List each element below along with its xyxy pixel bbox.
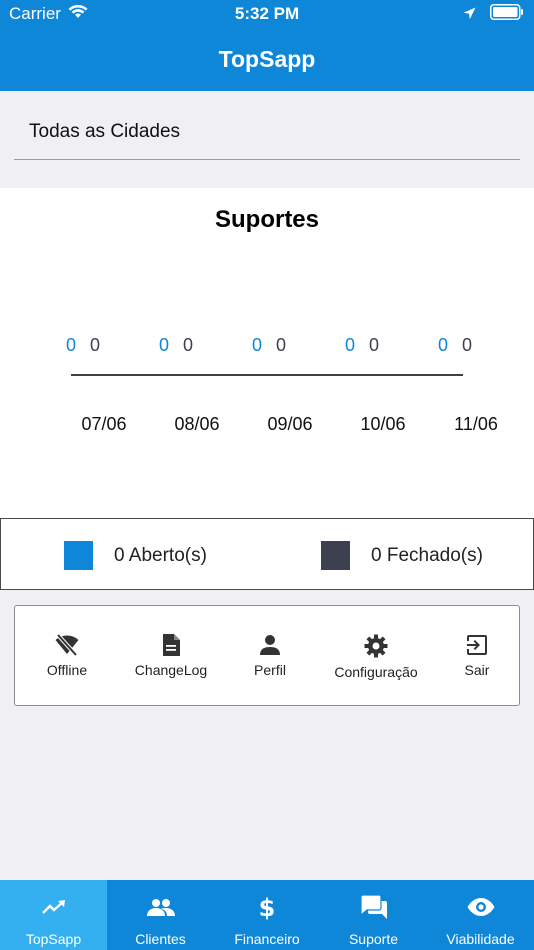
tab-bar: TopSapp Clientes $ Financeiro Suporte Vi… — [0, 880, 534, 950]
legend-label-aberto: 0 Aberto(s) — [114, 544, 207, 566]
chart-data-label: 0 — [252, 335, 262, 355]
tab-label-financeiro: Financeiro — [234, 931, 300, 947]
menu-label-perfil: Perfil — [254, 662, 286, 678]
x-tick-label: 10/06 — [360, 414, 405, 434]
document-icon — [161, 634, 181, 656]
chart-legend: 0 Aberto(s) 0 Fechado(s) — [0, 518, 534, 590]
menu-item-changelog[interactable]: ChangeLog — [116, 634, 226, 678]
x-tick-label: 11/06 — [454, 414, 498, 434]
legend-item-fechado: 0 Fechado(s) — [321, 541, 483, 570]
svg-text:$: $ — [259, 894, 275, 920]
quick-menu: Offline ChangeLog Perfil Configuração Sa… — [14, 605, 520, 706]
chart-canvas: 0 007/060 008/060 009/060 010/060 011/06 — [66, 335, 498, 434]
menu-label-changelog: ChangeLog — [134, 662, 208, 678]
x-tick-label: 08/06 — [174, 414, 219, 434]
nav-bar: TopSapp — [0, 30, 534, 91]
tab-topsapp[interactable]: TopSapp — [0, 880, 107, 950]
tab-clientes[interactable]: Clientes — [107, 880, 214, 950]
status-time: 5:32 PM — [234, 4, 300, 23]
person-icon — [259, 634, 281, 656]
tab-label-clientes: Clientes — [135, 931, 186, 947]
battery-icon — [490, 4, 524, 25]
menu-item-offline[interactable]: Offline — [12, 634, 122, 678]
chat-icon — [360, 894, 387, 920]
legend-item-aberto: 0 Aberto(s) — [64, 541, 207, 570]
support-chart: Suportes 0 0 07/06 0 0 08/06 0 0 09/06 0 0 10/06 0 0 1… — [0, 188, 534, 518]
tab-financeiro[interactable]: $ Financeiro — [214, 880, 320, 950]
x-tick-label: 07/06 — [81, 414, 126, 434]
menu-item-configuracao[interactable]: Configuração — [321, 634, 431, 680]
status-bar: Carrier 5:32 PM — [0, 0, 534, 30]
tab-suporte[interactable]: Suporte — [320, 880, 427, 950]
tab-label-viabilidade: Viabilidade — [446, 931, 515, 947]
tab-label-suporte: Suporte — [348, 931, 399, 947]
chart-data-label: 0 — [369, 335, 379, 355]
chart-data-label: 0 — [159, 335, 169, 355]
city-filter-select[interactable]: Todas as Cidades — [14, 104, 520, 160]
chart-data-label: 0 — [90, 335, 100, 355]
gear-icon — [364, 634, 388, 658]
eye-icon — [467, 894, 495, 920]
tab-label-topsapp: TopSapp — [25, 931, 82, 947]
menu-label-configuracao: Configuração — [334, 664, 418, 680]
menu-item-perfil[interactable]: Perfil — [215, 634, 325, 678]
location-arrow-icon — [463, 5, 476, 25]
legend-swatch-fechado — [321, 541, 350, 570]
chart-data-label: 0 — [345, 335, 355, 355]
legend-swatch-aberto — [64, 541, 93, 570]
tab-viabilidade[interactable]: Viabilidade — [427, 880, 534, 950]
wifi-off-icon — [54, 634, 80, 656]
city-filter-value: Todas as Cidades — [29, 121, 181, 142]
dollar-icon: $ — [259, 894, 275, 920]
logout-icon — [466, 634, 488, 656]
app-title: TopSapp — [218, 46, 316, 72]
chart-data-label: 0 — [276, 335, 286, 355]
trending-up-icon — [41, 894, 66, 920]
menu-label-offline: Offline — [46, 662, 88, 678]
chart-data-label: 0 — [438, 335, 448, 355]
legend-label-fechado: 0 Fechado(s) — [371, 544, 483, 566]
people-icon — [146, 894, 175, 920]
menu-label-sair: Sair — [464, 662, 490, 678]
chart-data-label: 0 — [462, 335, 472, 355]
x-tick-label: 09/06 — [267, 414, 312, 434]
menu-item-sair[interactable]: Sair — [422, 634, 532, 678]
chart-data-label: 0 — [66, 335, 76, 355]
chart-data-label: 0 — [183, 335, 193, 355]
